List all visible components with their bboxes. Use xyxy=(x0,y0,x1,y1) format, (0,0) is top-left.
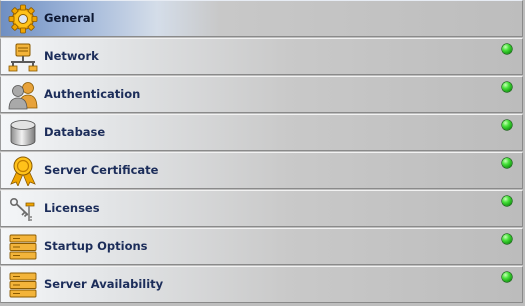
nav-item-general[interactable]: General xyxy=(0,0,523,37)
status-ok-icon xyxy=(502,120,512,130)
keys-icon xyxy=(8,194,38,224)
nav-item-server-availability[interactable]: Server Availability xyxy=(0,266,523,303)
nav-item-label: Licenses xyxy=(44,201,100,215)
nav-item-label: General xyxy=(44,11,95,25)
nav-item-licenses[interactable]: Licenses xyxy=(0,190,523,227)
nav-item-server-certificate[interactable]: Server Certificate xyxy=(0,152,523,189)
nav-item-database[interactable]: Database xyxy=(0,114,523,151)
database-icon xyxy=(8,118,38,148)
status-ok-icon xyxy=(502,44,512,54)
nav-item-network[interactable]: Network xyxy=(0,38,523,75)
nav-item-authentication[interactable]: Authentication xyxy=(0,76,523,113)
nav-item-label: Startup Options xyxy=(44,239,148,253)
status-ok-icon xyxy=(502,196,512,206)
status-ok-icon xyxy=(502,234,512,244)
nav-item-label: Server Certificate xyxy=(44,163,159,177)
status-ok-icon xyxy=(502,158,512,168)
server-rack-icon xyxy=(8,270,38,300)
certificate-ribbon-icon xyxy=(8,156,38,187)
settings-nav-panel: General Network Authentication Database … xyxy=(0,0,525,306)
nav-item-startup-options[interactable]: Startup Options xyxy=(0,228,523,265)
users-icon xyxy=(8,80,38,110)
nav-item-label: Authentication xyxy=(44,87,141,101)
server-rack-icon xyxy=(8,232,38,262)
network-icon xyxy=(8,42,38,72)
nav-item-label: Network xyxy=(44,49,99,63)
status-ok-icon xyxy=(502,82,512,92)
gear-icon xyxy=(8,4,38,34)
status-ok-icon xyxy=(502,272,512,282)
nav-item-label: Server Availability xyxy=(44,277,164,291)
nav-item-label: Database xyxy=(44,125,106,139)
